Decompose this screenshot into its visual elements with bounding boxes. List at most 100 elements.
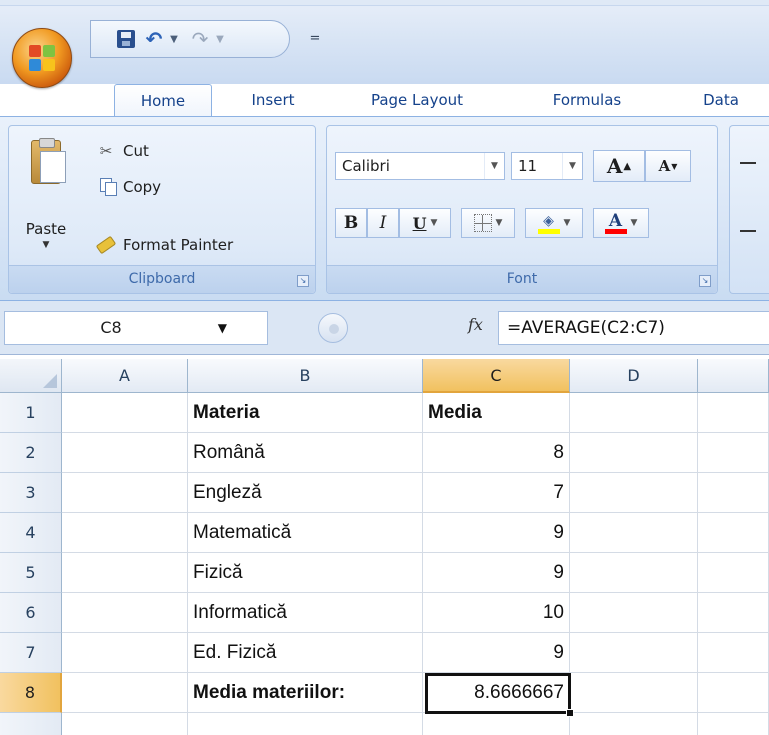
grid-cell[interactable] (570, 593, 698, 633)
row-header-8[interactable]: 8 (0, 673, 62, 713)
cell-b2[interactable]: Română (188, 433, 423, 473)
redo-icon[interactable]: ↷ (189, 27, 211, 51)
grid-cell[interactable] (62, 513, 188, 553)
grid-cell[interactable] (698, 473, 769, 513)
font-color-button[interactable]: A ▼ (593, 208, 649, 238)
grid-cell[interactable] (62, 433, 188, 473)
column-header-e[interactable] (698, 359, 769, 393)
cell-b5[interactable]: Fizică (188, 553, 423, 593)
tab-home[interactable]: Home (114, 84, 212, 116)
cell-b3[interactable]: Engleză (188, 473, 423, 513)
column-header-b[interactable]: B (188, 359, 423, 393)
cell-b1[interactable]: Materia (188, 393, 423, 433)
paste-dropdown-icon[interactable]: ▼ (17, 240, 75, 250)
shrink-font-button[interactable]: A ▼ (645, 150, 691, 182)
fill-handle[interactable] (566, 709, 574, 717)
cell-c5[interactable]: 9 (423, 553, 570, 593)
align-left-icon[interactable] (740, 230, 756, 232)
underline-button[interactable]: U ▼ (399, 208, 451, 238)
customize-qat-button[interactable]: = (308, 26, 322, 50)
row-header-1[interactable]: 1 (0, 393, 62, 433)
grid-cell[interactable] (698, 553, 769, 593)
grid-cell[interactable] (698, 433, 769, 473)
cell-b8[interactable]: Media materiilor: (188, 673, 423, 713)
grid-cell[interactable] (570, 553, 698, 593)
cell-c1[interactable]: Media (423, 393, 570, 433)
grid-cell[interactable] (698, 713, 769, 735)
cell-b7[interactable]: Ed. Fizică (188, 633, 423, 673)
tab-page-layout[interactable]: Page Layout (342, 84, 492, 116)
format-painter-button[interactable]: Format Painter (95, 232, 233, 258)
undo-icon[interactable]: ↶ (143, 27, 165, 51)
column-header-a[interactable]: A (62, 359, 188, 393)
font-dialog-launcher-icon[interactable]: ↘ (699, 275, 711, 287)
italic-button[interactable]: I (367, 208, 399, 238)
row-header-6[interactable]: 6 (0, 593, 62, 633)
column-header-c[interactable]: C (423, 359, 570, 393)
name-box-dropdown-icon[interactable]: ▼ (218, 312, 227, 344)
grid-cell[interactable] (698, 673, 769, 713)
grid-cell[interactable] (62, 673, 188, 713)
grid-cell[interactable] (423, 713, 570, 735)
font-name-combo[interactable]: Calibri ▼ (335, 152, 505, 180)
copy-button[interactable]: Copy (95, 174, 161, 200)
grid-cell[interactable] (62, 393, 188, 433)
row-header-7[interactable]: 7 (0, 633, 62, 673)
clipboard-group-label: Clipboard (9, 265, 315, 293)
grid-cell[interactable] (570, 433, 698, 473)
row-header-9[interactable] (0, 713, 62, 735)
grid-cell[interactable] (570, 633, 698, 673)
cell-c7[interactable]: 9 (423, 633, 570, 673)
column-header-d[interactable]: D (570, 359, 698, 393)
row-header-2[interactable]: 2 (0, 433, 62, 473)
row-header-3[interactable]: 3 (0, 473, 62, 513)
cell-c3[interactable]: 7 (423, 473, 570, 513)
grid-cell[interactable] (698, 393, 769, 433)
save-icon[interactable] (115, 27, 137, 51)
select-all-button[interactable] (0, 359, 62, 393)
grid-cell[interactable] (698, 593, 769, 633)
tab-formulas[interactable]: Formulas (530, 84, 644, 116)
bold-button[interactable]: B (335, 208, 367, 238)
cut-button[interactable]: ✂ Cut (95, 138, 149, 164)
formula-input[interactable]: =AVERAGE(C2:C7) (498, 311, 769, 345)
undo-dropdown-icon[interactable]: ▼ (167, 27, 181, 51)
cell-b6[interactable]: Informatică (188, 593, 423, 633)
name-box[interactable]: C8 ▼ (4, 311, 268, 345)
grid-cell[interactable] (62, 713, 188, 735)
cell-b4[interactable]: Matematică (188, 513, 423, 553)
grid-cell[interactable] (570, 513, 698, 553)
grid-cell[interactable] (188, 713, 423, 735)
copy-icon (95, 178, 117, 196)
grid-cell[interactable] (570, 473, 698, 513)
clipboard-dialog-launcher-icon[interactable]: ↘ (297, 275, 309, 287)
paste-button[interactable]: Paste ▼ (17, 136, 75, 256)
row-header-4[interactable]: 4 (0, 513, 62, 553)
borders-button[interactable]: ▼ (461, 208, 515, 238)
office-button[interactable] (12, 28, 72, 88)
grid-cell[interactable] (62, 553, 188, 593)
grid-cell[interactable] (698, 633, 769, 673)
grow-font-button[interactable]: A ▲ (593, 150, 645, 182)
grid-cell[interactable] (698, 513, 769, 553)
insert-function-icon[interactable]: fx (468, 315, 483, 334)
font-size-combo[interactable]: 11 ▼ (511, 152, 583, 180)
grid-cell[interactable] (62, 593, 188, 633)
grid-cell[interactable] (62, 633, 188, 673)
tab-insert[interactable]: Insert (228, 84, 318, 116)
cell-c6[interactable]: 10 (423, 593, 570, 633)
fill-color-button[interactable]: ◈ ▼ (525, 208, 583, 238)
grid-cell[interactable] (570, 713, 698, 735)
redo-dropdown-icon[interactable]: ▼ (213, 27, 227, 51)
font-name-dropdown-icon[interactable]: ▼ (484, 153, 504, 179)
cell-c2[interactable]: 8 (423, 433, 570, 473)
font-size-dropdown-icon[interactable]: ▼ (562, 153, 582, 179)
grid-cell[interactable] (62, 473, 188, 513)
align-top-icon[interactable] (740, 162, 756, 164)
tab-data[interactable]: Data (686, 84, 756, 116)
cell-c4[interactable]: 9 (423, 513, 570, 553)
formula-bar-splitter-icon[interactable] (318, 313, 348, 343)
row-header-5[interactable]: 5 (0, 553, 62, 593)
grid-cell[interactable] (570, 673, 698, 713)
grid-cell[interactable] (570, 393, 698, 433)
